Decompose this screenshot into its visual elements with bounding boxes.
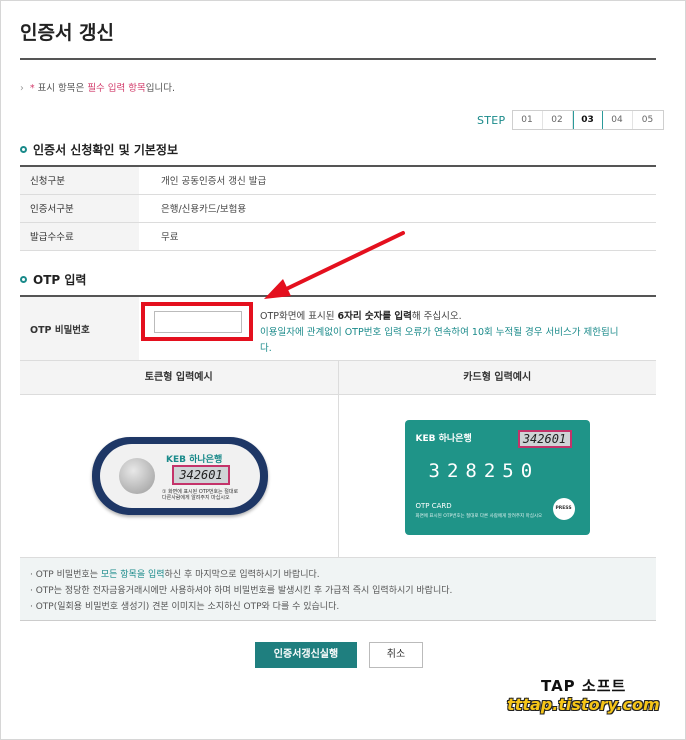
watermark-title: TAP 소프트 (541, 677, 627, 695)
token-display: 342601 (172, 465, 230, 485)
cancel-button[interactable]: 취소 (369, 642, 423, 668)
otp-token-device: KEB 하나은행 342601 ① 화면에 표시된 OTP번호는 절대로 다른사… (92, 437, 268, 515)
notice-box: · OTP 비밀번호는 모든 항목을 입력하신 후 마지막으로 입력하시기 바랍… (20, 558, 656, 621)
card-label: OTP CARD (415, 502, 452, 510)
otp-card: KEB 하나은행 342601 328250 OTP CARD 화면에 표시된 … (404, 420, 590, 535)
card-display: 342601 (517, 430, 572, 448)
bank-logo: KEB 하나은행 (415, 434, 472, 444)
token-example-title: 토큰형 입력예시 (20, 361, 338, 395)
card-fine-print: 화면에 표시된 OTP번호는 절대로 다른 사람에게 알려주지 마십시오 (415, 514, 543, 519)
renew-certificate-button[interactable]: 인증서갱신실행 (255, 642, 357, 668)
card-example-title: 카드형 입력예시 (338, 361, 656, 395)
notice-line: · OTP는 정당한 전자금융거래시에만 사용하셔야 하며 비밀번호를 발생시킨… (30, 586, 453, 596)
card-digits: 328250 (428, 460, 540, 482)
token-button-icon (119, 458, 155, 494)
card-example: 카드형 입력예시 KEB 하나은행 342601 328250 OTP CARD… (337, 361, 656, 557)
token-note: ① 화면에 표시된 OTP번호는 절대로 다른사람에게 알려주지 마십시오 (162, 489, 239, 501)
token-example: 토큰형 입력예시 KEB 하나은행 342601 ① 화면에 표시된 OTP번호… (20, 361, 338, 557)
notice-line: · OTP 비밀번호는 모든 항목을 입력하신 후 마지막으로 입력하시기 바랍… (30, 570, 320, 580)
watermark-url: tttap.tistory.com (507, 695, 660, 714)
notice-line: · OTP(일회용 비밀번호 생성기) 견본 이미지는 소지하신 OTP와 다를… (30, 602, 340, 612)
otp-examples: 토큰형 입력예시 KEB 하나은행 342601 ① 화면에 표시된 OTP번호… (20, 360, 656, 558)
press-button-icon: PRESS (552, 498, 575, 520)
bank-logo: KEB 하나은행 (166, 455, 223, 465)
